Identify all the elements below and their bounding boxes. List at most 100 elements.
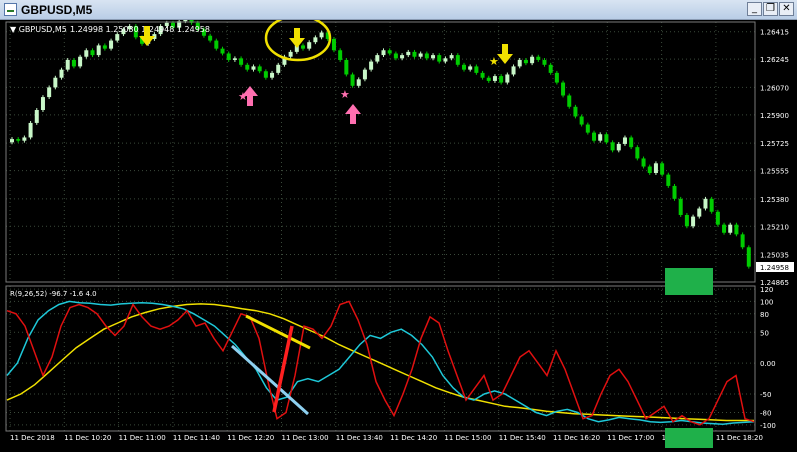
star-icon-1: ★: [238, 90, 248, 103]
down-arrow-icon-3: [497, 44, 513, 64]
candle-body: [424, 53, 429, 59]
candle-body: [548, 64, 553, 73]
star-icon-3: ★: [489, 55, 499, 68]
candle-body: [313, 37, 318, 43]
candle-body: [740, 234, 745, 248]
candle-body: [554, 72, 559, 83]
candle-body: [362, 69, 367, 80]
candle-body: [443, 58, 448, 62]
candle-body: [505, 74, 510, 83]
candle-body: [270, 72, 275, 78]
candle-body: [499, 76, 504, 83]
candle-body: [400, 55, 405, 59]
candle-body: [585, 124, 590, 133]
candle-body: [579, 116, 584, 125]
candle-body: [461, 64, 466, 70]
candle-body: [431, 55, 436, 59]
candle-body: [598, 134, 603, 141]
candle-body: [71, 59, 76, 67]
candle-body: [393, 53, 398, 59]
candle-body: [672, 185, 677, 199]
candle-body: [245, 64, 250, 70]
candle-body: [666, 174, 671, 186]
symbol-label: ▼ GBPUSD,M5: [10, 25, 67, 34]
candle-body: [492, 76, 497, 81]
candle-body: [375, 55, 380, 62]
time-tick-label: 11 Dec 15:40: [499, 434, 546, 442]
candle-body: [251, 66, 256, 70]
candle-body: [715, 211, 720, 225]
restore-button[interactable]: ❐: [763, 2, 778, 16]
candle-body: [610, 142, 615, 151]
time-tick-label: 11 Dec 11:40: [173, 434, 220, 442]
price-tick-label: 1.25900: [760, 112, 789, 120]
candle-body: [381, 50, 386, 56]
candle-body: [629, 137, 634, 148]
minimize-button[interactable]: _: [747, 2, 762, 16]
price-tick-label: 1.25380: [760, 196, 789, 204]
candle-body: [567, 95, 572, 107]
indicator-tick-label: -50: [760, 391, 771, 399]
candle-body: [59, 69, 64, 78]
candle-body: [96, 45, 101, 56]
time-tick-label: 11 Dec 10:20: [64, 434, 111, 442]
candle-body: [523, 59, 528, 64]
candle-body: [684, 214, 689, 227]
time-tick-label: 11 Dec 18:20: [716, 434, 763, 442]
candle-body: [722, 224, 727, 233]
price-panel[interactable]: [10, 14, 751, 269]
indicator-tick-label: 80: [760, 311, 769, 319]
chart-area[interactable]: 11 Dec 2018 11 Dec 10:20 11 Dec 11:00 11 De…: [0, 14, 797, 448]
candle-body: [276, 64, 281, 73]
candle-body: [678, 198, 683, 215]
candle-body: [331, 38, 336, 51]
candle-body: [10, 139, 14, 143]
candle-body: [616, 143, 621, 151]
candle-body: [641, 158, 646, 167]
candle-body: [468, 66, 473, 70]
price-tick-label: 1.26415: [760, 29, 789, 37]
chart-canvas[interactable]: 11 Dec 2018 11 Dec 10:20 11 Dec 11:00 11 De…: [0, 14, 797, 448]
candle-body: [65, 59, 70, 70]
candle-body: [34, 110, 39, 123]
indicator-tick-label: 100: [760, 298, 773, 306]
candle-body: [257, 66, 262, 72]
candle-body: [418, 53, 423, 57]
candle-body: [455, 55, 460, 65]
indicator-label: R(9,26,52) -96.7 -1.6 4.0: [10, 290, 97, 298]
time-tick-label: 11 Dec 13:00: [282, 434, 329, 442]
candle-body: [239, 58, 244, 65]
green-marker-box-bottom: [665, 428, 713, 448]
price-tick-label: 1.25035: [760, 252, 789, 260]
candle-body: [115, 34, 120, 41]
candle-body: [486, 77, 491, 81]
candle-body: [40, 97, 45, 111]
price-tick-label: 1.25725: [760, 140, 789, 148]
ohlc-readout: 1.24998 1.25030 1.24948 1.24958: [70, 25, 210, 34]
candle-body: [338, 50, 343, 60]
candle-body: [28, 122, 33, 138]
window-titlebar[interactable]: GBPUSD,M5 _ ❐ ✕: [0, 0, 797, 20]
candle-body: [635, 147, 640, 159]
candle-body: [709, 198, 714, 212]
time-tick-label: 11 Dec 13:40: [336, 434, 383, 442]
candle-body: [530, 56, 535, 64]
green-marker-box-top: [665, 268, 713, 295]
indicator-tick-label: 120: [760, 286, 773, 294]
candle-body: [406, 51, 411, 56]
close-button[interactable]: ✕: [779, 2, 794, 16]
window-title: GBPUSD,M5: [21, 3, 93, 17]
price-tick-label: 1.25555: [760, 168, 789, 176]
time-tick-label: 11 Dec 11:00: [119, 434, 166, 442]
candle-body: [480, 72, 485, 78]
indicator-tick-label: 0.00: [760, 360, 776, 368]
time-tick-label: 11 Dec 12:20: [227, 434, 274, 442]
candle-body: [517, 59, 522, 67]
candle-body: [542, 59, 547, 65]
candle-body: [536, 56, 541, 60]
candle-body: [109, 40, 114, 49]
time-tick-label: 11 Dec 17:00: [607, 434, 654, 442]
candle-body: [561, 82, 566, 96]
candle-body: [16, 139, 21, 141]
indicator-tick-label: -80: [760, 409, 771, 417]
